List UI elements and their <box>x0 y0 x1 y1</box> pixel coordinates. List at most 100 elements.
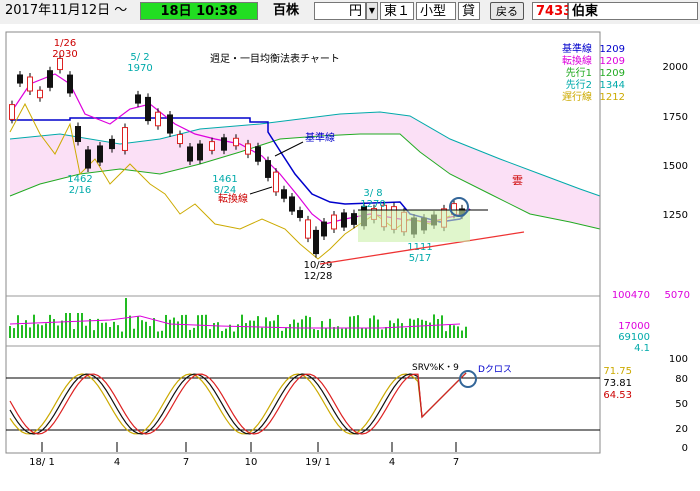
legend-span2-value: 1344 <box>600 80 625 91</box>
candle-body <box>221 137 227 151</box>
candle-body <box>75 126 81 142</box>
legend-chikou-value: 1212 <box>600 92 625 103</box>
size-label: 小型 <box>416 2 456 20</box>
candle-body <box>297 210 303 218</box>
candle-body <box>167 114 173 134</box>
osc-tick-80: 80 <box>675 374 688 385</box>
x-tick-7b: 7 <box>453 457 459 468</box>
stock-code: 7433 <box>532 2 572 20</box>
candle-body <box>187 146 193 162</box>
loan-label: 貸 <box>458 2 480 20</box>
legend-tenkan-name: 転換線 <box>562 54 592 67</box>
osc-tick-50: 50 <box>675 399 688 410</box>
annot-cloud-label: 雲 <box>512 174 523 187</box>
candle-body <box>177 133 183 145</box>
price-tick-1500: 1500 <box>663 161 688 172</box>
date-range: 2017年11月12日 ～ <box>5 3 128 18</box>
osc-tick-20: 20 <box>675 424 688 435</box>
osc-cross-label: Dクロス <box>478 364 512 375</box>
candle-body <box>305 219 311 239</box>
volume-label-1b: 5070 <box>665 290 690 301</box>
candle-body <box>109 138 115 150</box>
candle-body <box>209 141 215 151</box>
x-tick-19-1: 19/ 1 <box>305 457 331 468</box>
time-display: 18日 10:38 <box>140 2 258 20</box>
legend-chikou-name: 遅行線 <box>562 90 592 103</box>
company-name: 伯東 <box>568 2 698 20</box>
candle-body <box>122 127 128 151</box>
back-button[interactable]: 戻る <box>490 2 524 20</box>
candle-body <box>313 229 319 255</box>
candle-body <box>17 74 23 84</box>
candle-body <box>265 160 271 178</box>
volume-label-2: 17000 <box>618 321 650 332</box>
candle-body <box>57 57 63 71</box>
osc-name: SRV%K・9 <box>412 363 459 373</box>
x-tick-4b: 4 <box>389 457 395 468</box>
osc-tick-0: 0 <box>682 443 688 454</box>
osc-value-3: 64.53 <box>603 390 632 401</box>
candle-body <box>135 94 141 104</box>
candle-body <box>331 214 337 230</box>
market-label: 東１ <box>380 2 414 20</box>
annot-high2-date: 5/ 2 <box>130 52 149 63</box>
annot-low3-date: 10/29 <box>304 260 333 271</box>
osc-value-1: 71.75 <box>603 366 632 377</box>
candle-body <box>341 212 347 228</box>
annot-high1-value: 2030 <box>52 49 77 60</box>
legend-kijun-value: 1209 <box>600 44 625 55</box>
annot-high1-date: 1/26 <box>54 38 76 49</box>
toolbar: 2017年11月12日 ～ 18日 10:38 百株 円 ▼ 東１ 小型 貸 戻… <box>0 0 700 25</box>
candle-body <box>97 145 103 163</box>
x-tick-18-1: 18/ 1 <box>29 457 55 468</box>
chart-title: 週足・一目均衡法表チャート <box>210 52 340 65</box>
annot-low2-value: 1461 <box>212 174 237 185</box>
candle-body <box>67 74 73 94</box>
candle-body <box>321 221 327 237</box>
annot-kijun-label: 基準線 <box>305 131 335 144</box>
candle-body <box>47 70 53 88</box>
currency-select[interactable]: 円 <box>314 2 366 20</box>
candle-body <box>281 189 287 199</box>
osc-tick-100: 100 <box>669 354 688 365</box>
osc-value-2: 73.81 <box>603 378 632 389</box>
legend-span2-name: 先行2 <box>566 78 592 91</box>
price-tick-1750: 1750 <box>663 112 688 123</box>
candle-body <box>37 89 43 99</box>
candle-body <box>273 171 279 193</box>
legend-tenkan-value: 1209 <box>600 56 625 67</box>
unit-label: 百株 <box>273 3 300 18</box>
volume-label-1: 100470 <box>612 290 650 301</box>
x-tick-10: 10 <box>245 457 258 468</box>
annot-low3-value: 12/28 <box>304 271 333 282</box>
candle-body <box>27 76 33 92</box>
annot-mid-date: 3/ 8 <box>363 188 382 199</box>
candle-body <box>9 104 15 120</box>
x-tick-4a: 4 <box>114 457 120 468</box>
ichimoku-chart: 週足・一目均衡法表チャート 基準線 1209 転換線 1209 先行1 1209… <box>0 24 700 491</box>
annot-low4-date: 5/17 <box>409 253 431 264</box>
volume-label-4: 4.1 <box>634 343 650 354</box>
price-tick-1250: 1250 <box>663 210 688 221</box>
candle-body <box>145 96 151 122</box>
annot-low1-value: 1462 <box>67 174 92 185</box>
annot-high2-value: 1970 <box>127 63 152 74</box>
annot-low1-date: 2/16 <box>69 185 91 196</box>
candle-body <box>255 146 261 162</box>
candle-body <box>245 143 251 155</box>
candle-body <box>197 143 203 161</box>
candle-body <box>351 213 357 225</box>
candle-body <box>155 111 161 127</box>
currency-dropdown-icon[interactable]: ▼ <box>366 2 378 20</box>
legend-span1-name: 先行1 <box>566 66 592 79</box>
volume-label-3: 69100 <box>618 332 650 343</box>
annot-tenkan-label: 転換線 <box>218 192 248 205</box>
x-tick-7a: 7 <box>183 457 189 468</box>
candle-body <box>289 196 295 212</box>
candle-body <box>85 149 91 169</box>
legend-kijun-name: 基準線 <box>562 42 592 55</box>
candle-body <box>233 137 239 147</box>
price-tick-2000: 2000 <box>663 62 688 73</box>
annot-mid-value: 1270 <box>360 199 385 210</box>
legend-span1-value: 1209 <box>600 68 625 79</box>
